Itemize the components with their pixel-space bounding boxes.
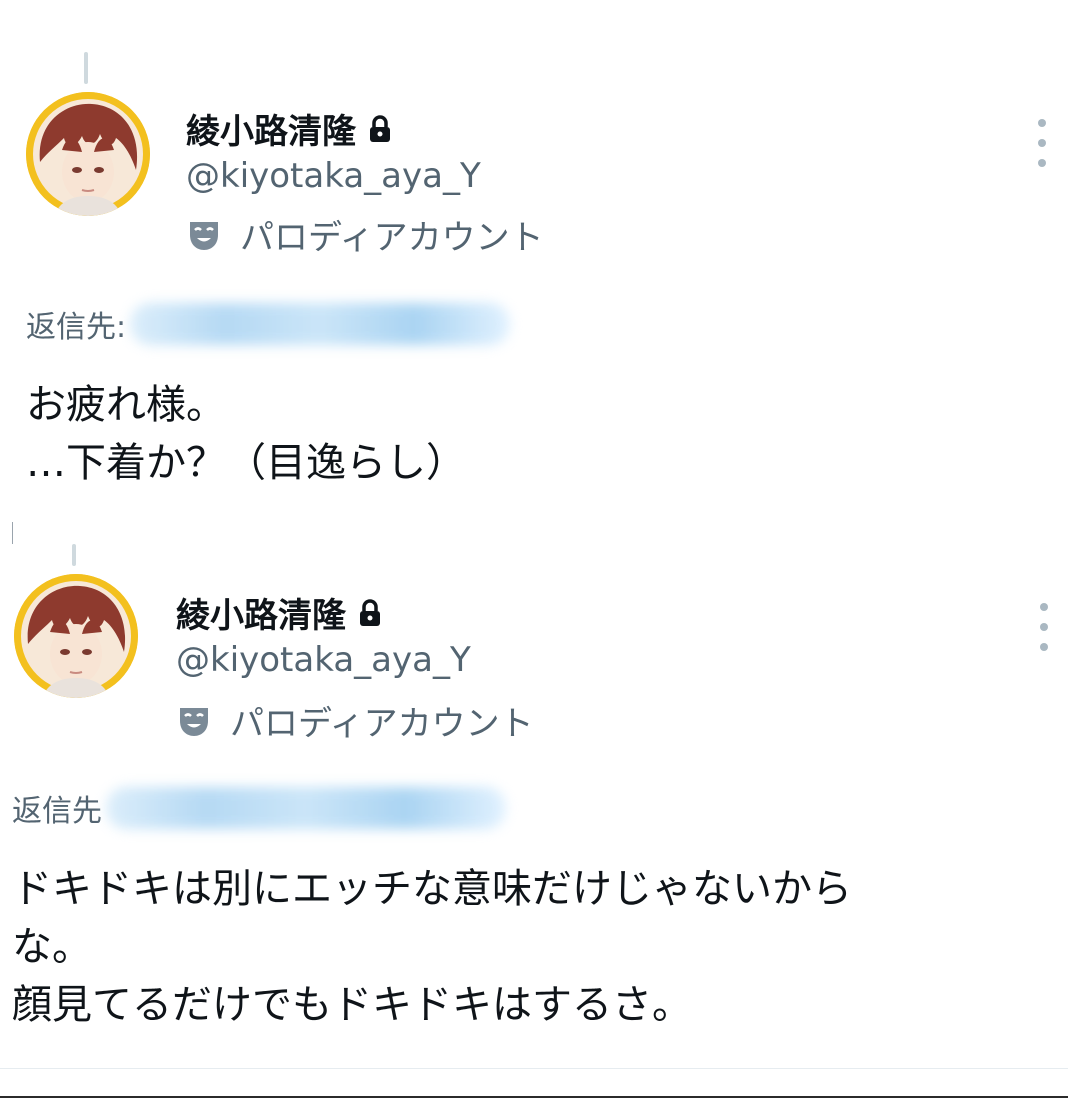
avatar-image bbox=[14, 574, 138, 698]
avatar[interactable] bbox=[14, 574, 138, 698]
display-name[interactable]: 綾小路清隆 bbox=[176, 588, 382, 637]
tweet-text: ドキドキは別にエッチな意味だけじゃないから な。 顔見てるだけでもドキドキはする… bbox=[12, 866, 852, 1028]
more-options-button[interactable] bbox=[1034, 603, 1054, 651]
parody-account-label: パロディアカウント bbox=[176, 696, 534, 745]
user-handle[interactable]: @kiyotaka_aya_Y bbox=[176, 640, 471, 680]
parody-label-text: パロディアカウント bbox=[230, 704, 534, 744]
bottom-divider bbox=[0, 1068, 1068, 1069]
more-dot bbox=[1040, 643, 1048, 651]
reply-to-handle-redacted[interactable] bbox=[106, 787, 506, 829]
frame-bottom-edge bbox=[0, 1096, 1068, 1098]
thread-line bbox=[72, 544, 76, 566]
more-dot bbox=[1040, 623, 1048, 631]
tweet-2: 綾小路清隆 @kiyotaka_aya_Y パロディアカウント 返信先 ドキドキ… bbox=[0, 0, 1068, 1100]
reply-to-line: 返信先 bbox=[12, 786, 506, 830]
display-name-text: 綾小路清隆 bbox=[176, 596, 346, 636]
lock-icon bbox=[360, 598, 380, 626]
more-dots-icon bbox=[1040, 603, 1048, 611]
mask-icon bbox=[180, 707, 208, 736]
reply-to-prefix: 返信先 bbox=[12, 794, 102, 829]
